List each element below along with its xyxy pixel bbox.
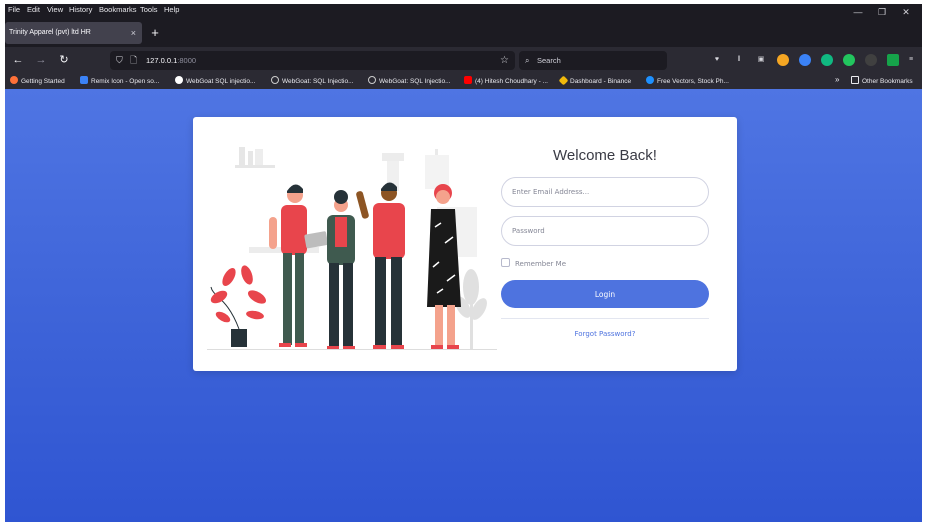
menu-view[interactable]: View (47, 5, 63, 14)
freepik-icon (646, 76, 654, 84)
person-3 (356, 182, 405, 349)
search-bar[interactable]: ⌕ Search (519, 51, 667, 70)
plant (210, 265, 267, 347)
welcome-heading: Welcome Back! (553, 147, 657, 164)
active-tab[interactable]: Trinity Apparel (pvt) ltd HR × (5, 22, 142, 44)
url-text: 127.0.0.1:8000 (146, 51, 196, 70)
extension-tag-icon[interactable] (865, 54, 877, 66)
bookmark-label: (4) Hitesh Choudhary - ... (475, 78, 548, 85)
email-field[interactable] (501, 177, 709, 207)
remember-me[interactable]: Remember Me (501, 258, 566, 270)
bookmark-item[interactable]: WebGoat SQL injectio... (175, 76, 255, 87)
youtube-icon (464, 76, 472, 84)
password-field[interactable] (501, 216, 709, 246)
page-icon: 🗋 (130, 55, 138, 65)
menu-tools[interactable]: Tools (140, 5, 158, 14)
sidebar-icon[interactable]: ▣ (755, 54, 767, 66)
login-button[interactable]: Login (501, 280, 709, 308)
firefox-icon (10, 76, 18, 84)
forgot-password-link[interactable]: Forgot Password? (501, 330, 709, 338)
person-2 (327, 190, 355, 349)
bookmark-item[interactable]: WebGoat: SQL Injectio... (271, 76, 354, 87)
remember-label: Remember Me (515, 260, 566, 268)
bookmark-item[interactable]: Free Vectors, Stock Ph... (646, 76, 729, 87)
divider (501, 318, 709, 319)
floor-line (207, 349, 497, 350)
team-illustration (207, 147, 497, 350)
bookmark-label: Getting Started (21, 78, 65, 85)
menu-history[interactable]: History (69, 5, 92, 14)
remember-checkbox[interactable] (501, 258, 510, 267)
bookmark-item[interactable]: WebGoat: SQL Injectio... (368, 76, 451, 87)
restore-button[interactable]: ❐ (870, 4, 894, 18)
page-background: Welcome Back! Remember Me Login Forgot P… (5, 89, 922, 522)
library-icon[interactable]: ‖ (733, 54, 745, 66)
minimize-button[interactable]: — (846, 4, 870, 18)
shield-icon[interactable]: ⛉ (116, 51, 123, 70)
webgoat-icon (175, 76, 183, 84)
new-tab-button[interactable]: + (146, 24, 164, 42)
tab-bar: Trinity Apparel (pvt) ltd HR × + (5, 20, 922, 46)
search-icon: ⌕ (525, 56, 530, 65)
bookmark-item[interactable]: (4) Hitesh Choudhary - ... (464, 76, 548, 87)
bookmark-label: Remix Icon - Open so... (91, 78, 160, 85)
login-form: Welcome Back! Remember Me Login Forgot P… (501, 117, 709, 371)
pocket-icon[interactable]: ♥ (711, 54, 723, 66)
menu-file[interactable]: File (8, 5, 20, 14)
bookmark-star-icon[interactable]: ☆ (500, 51, 509, 70)
url-port: :8000 (177, 56, 197, 65)
folder-icon (851, 76, 859, 84)
extension-cookie-icon[interactable] (777, 54, 789, 66)
bookmark-item[interactable]: Getting Started (10, 76, 65, 87)
search-placeholder: Search (537, 56, 561, 65)
other-bookmarks-label: Other Bookmarks (862, 78, 913, 85)
extension-badge-icon[interactable] (799, 54, 811, 66)
window-controls: — ❐ ✕ (846, 4, 918, 18)
extension-green-icon[interactable] (887, 54, 899, 66)
menu-bookmarks[interactable]: Bookmarks (99, 5, 137, 14)
bookmark-item[interactable]: Dashboard - Binance (558, 75, 632, 87)
login-card: Welcome Back! Remember Me Login Forgot P… (193, 117, 737, 371)
close-window-button[interactable]: ✕ (894, 4, 918, 18)
globe-icon (271, 76, 279, 84)
url-host: 127.0.0.1 (146, 56, 178, 65)
bookmark-label: Dashboard - Binance (570, 78, 632, 85)
forward-button[interactable]: → (32, 51, 50, 69)
menu-help[interactable]: Help (164, 5, 179, 14)
bookmarks-overflow-icon[interactable]: » (835, 75, 839, 84)
tab-title: Trinity Apparel (pvt) ltd HR (9, 29, 91, 36)
tab-close-icon[interactable]: × (131, 22, 136, 44)
person-1 (269, 184, 328, 347)
menu-edit[interactable]: Edit (27, 5, 40, 14)
reload-button[interactable]: ↻ (55, 51, 73, 69)
extension-shield-icon[interactable] (843, 54, 855, 66)
other-bookmarks[interactable]: Other Bookmarks (851, 76, 913, 87)
extension-grammarly-icon[interactable] (821, 54, 833, 66)
binance-icon (558, 75, 569, 86)
back-button[interactable]: ← (9, 51, 27, 69)
browser-window: File Edit View History Bookmarks Tools H… (5, 4, 922, 522)
globe-icon (368, 76, 376, 84)
menu-hamburger-icon[interactable]: ≡ (905, 54, 917, 66)
bookmarks-bar: Getting Started Remix Icon - Open so... … (5, 74, 922, 89)
bookmark-label: WebGoat: SQL Injectio... (379, 78, 451, 85)
menu-bar: File Edit View History Bookmarks Tools H… (5, 4, 922, 18)
url-bar[interactable]: ⛉ 🗋 127.0.0.1:8000 ☆ (110, 51, 515, 70)
bookmark-label: Free Vectors, Stock Ph... (657, 78, 729, 85)
navigation-toolbar: ← → ↻ ⛉ 🗋 127.0.0.1:8000 ☆ ⌕ Search ♥ ‖ … (5, 47, 922, 74)
bookmark-item[interactable]: Remix Icon - Open so... (80, 76, 159, 87)
bookmark-label: WebGoat SQL injectio... (186, 78, 256, 85)
toolbar-icons: ♥ ‖ ▣ ≡ (705, 51, 920, 70)
bookmark-label: WebGoat: SQL Injectio... (282, 78, 354, 85)
remix-icon (80, 76, 88, 84)
